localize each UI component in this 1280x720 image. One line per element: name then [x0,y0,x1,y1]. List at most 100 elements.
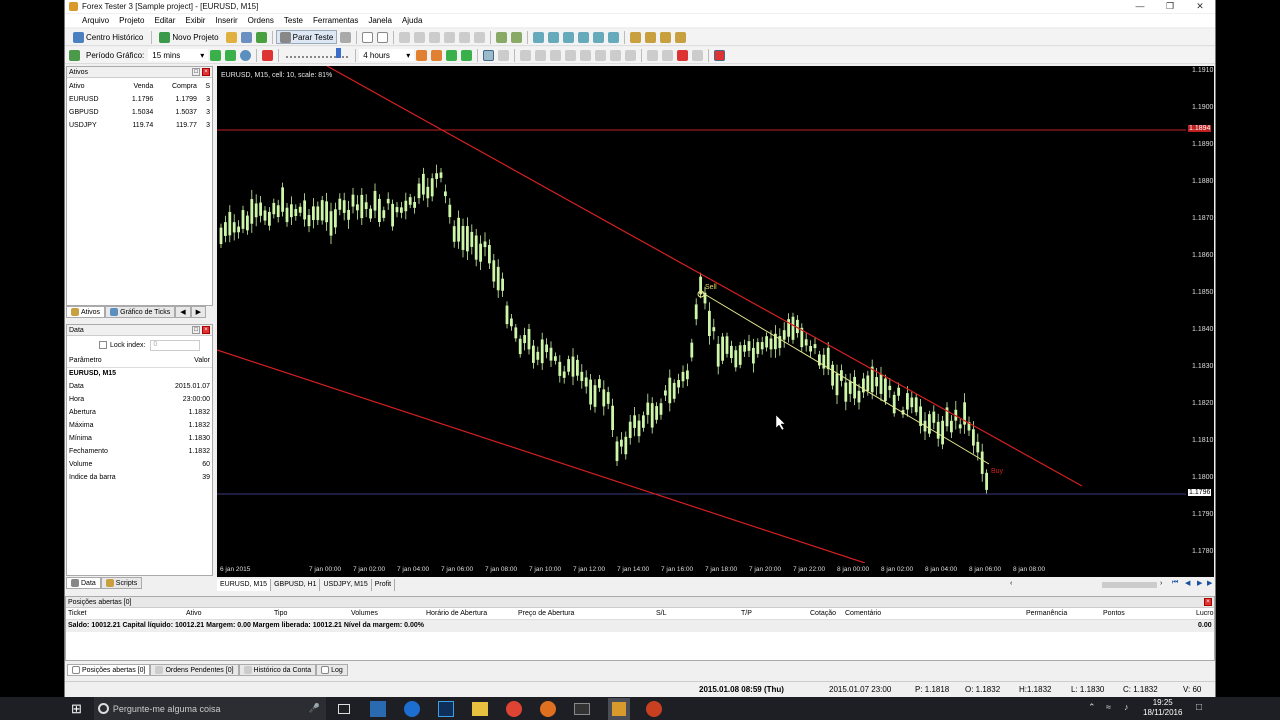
col-header[interactable]: Preço de Abertura [518,610,574,617]
autoscroll-icon[interactable] [578,31,590,43]
tab-account-history[interactable]: Histórico da Conta [238,664,317,676]
tab-tick-chart[interactable]: Gráfico de Ticks [105,306,176,318]
scroll-left-icon[interactable]: ‹ [1010,580,1012,587]
col-header[interactable]: Cotação [810,610,836,617]
pause-icon[interactable] [262,49,274,61]
col-header[interactable]: Lucro [1196,610,1214,617]
tool-icon-5[interactable] [459,31,471,43]
chart-area[interactable]: EURUSD, M15, cell: 10, scale: 81% Sell B… [216,65,1186,564]
chart-canvas[interactable]: EURUSD, M15, cell: 10, scale: 81% Sell B… [216,65,1186,564]
menu-arquivo[interactable]: Arquivo [77,16,114,25]
fibonacci-icon[interactable] [610,49,622,61]
col-header[interactable]: Permanência [1026,610,1067,617]
lock-index-checkbox[interactable] [99,341,107,349]
col-header[interactable]: Volumes [351,610,378,617]
menu-editar[interactable]: Editar [149,16,180,25]
volume-icon[interactable]: ♪ [1124,702,1129,712]
prev-icon[interactable]: ◀ [1185,579,1190,587]
tab-scripts[interactable]: Scripts [100,577,143,589]
symbol-row[interactable]: USDJPY 119.74 119.77 3 [67,119,212,132]
new-project-button[interactable]: Novo Projeto [155,30,222,44]
chart-scrollbar[interactable] [1102,582,1157,588]
taskbar-app-icon[interactable] [369,700,386,717]
network-icon[interactable]: ≈ [1106,702,1111,712]
tab-log[interactable]: Log [316,664,348,676]
yellow-trend-line[interactable] [700,291,990,465]
step-icon-3[interactable] [446,49,458,61]
tool-icon-6[interactable] [474,31,486,43]
speed-slider[interactable] [286,48,349,58]
menu-inserir[interactable]: Inserir [210,16,242,25]
step-select[interactable]: 4 hours ▾ [359,49,415,61]
text-icon[interactable] [595,49,607,61]
properties-icon[interactable] [675,31,687,43]
windows-start-icon[interactable]: ⊞ [71,701,82,717]
first-icon[interactable]: ⏮ [1172,579,1178,587]
wave-icon[interactable] [580,49,592,61]
symbol-row[interactable]: GBPUSD 1.5034 1.5037 3 [67,106,212,119]
chart-icon-1[interactable] [496,31,508,43]
tab-open-positions[interactable]: Posições abertas [0] [67,664,151,676]
search-box[interactable]: Pergunte-me alguma coisa 🎤 [93,697,326,720]
gann-icon[interactable] [625,49,637,61]
tab-data[interactable]: Data [66,577,101,589]
forex-tester-icon[interactable] [607,697,630,720]
step-icon-2[interactable] [431,49,443,61]
menu-ordens[interactable]: Ordens [243,16,279,25]
task-view-icon[interactable] [337,703,350,714]
col-header[interactable]: S/L [656,610,667,617]
col-header[interactable]: T/P [741,610,752,617]
menu-teste[interactable]: Teste [279,16,308,25]
tab-pending-orders[interactable]: Ordens Pendentes [0] [150,664,239,676]
step-icon-1[interactable] [416,49,428,61]
last-icon[interactable]: ▶ [1207,579,1212,587]
tab-scroll-left[interactable]: ◀ [175,306,191,318]
tab-ativos[interactable]: Ativos [66,306,106,318]
color-icon[interactable] [677,49,689,61]
panel-close-icon[interactable]: × [202,68,210,76]
minimize-button[interactable]: — [1125,0,1155,13]
grid-icon[interactable] [563,31,575,43]
zoom-out-icon[interactable] [548,31,560,43]
tab-eurusd-m15[interactable]: EURUSD, M15 [217,578,272,591]
clock[interactable]: 19:25 18/11/2016 [1143,698,1182,718]
stop-test-button[interactable]: Parar Teste [275,30,338,44]
chrome-icon[interactable] [505,700,522,717]
new-document-icon[interactable] [362,31,374,43]
panel-close-icon[interactable]: × [1204,598,1212,606]
tab-profit[interactable]: Profit [372,578,396,591]
cursor-icon[interactable] [483,49,495,61]
save-icon[interactable] [240,31,252,43]
period-select[interactable]: 15 mins ▾ [148,49,209,61]
settings-icon[interactable] [340,31,352,43]
menu-exibir[interactable]: Exibir [180,16,210,25]
zoom-in-icon[interactable] [533,31,545,43]
screenshot-icon[interactable] [660,31,672,43]
xm-icon[interactable] [573,702,590,715]
menu-ajuda[interactable]: Ajuda [397,16,427,25]
page-icon[interactable] [377,31,389,43]
clock-icon[interactable] [240,49,252,61]
history-center-button[interactable]: Centro Histórico [69,30,147,44]
shapes-icon[interactable] [692,49,704,61]
menu-ferramentas[interactable]: Ferramentas [308,16,363,25]
menu-projeto[interactable]: Projeto [114,16,149,25]
horizontal-line-icon[interactable] [535,49,547,61]
tool-icon-2[interactable] [414,31,426,43]
panel-float-icon[interactable]: □ [192,68,200,76]
ray-icon[interactable] [565,49,577,61]
symbol-row[interactable]: EURUSD 1.1796 1.1799 3 [67,93,212,106]
add-chart-icon[interactable] [69,49,80,61]
tool-icon-1[interactable] [399,31,411,43]
period-icon[interactable] [608,31,620,43]
channel-icon[interactable] [662,49,674,61]
edge-icon[interactable] [403,700,420,717]
scroll-right-icon[interactable]: › [1160,580,1162,587]
trend-line-icon[interactable] [550,49,562,61]
arrow-up-icon[interactable] [210,49,222,61]
panel-float-icon[interactable]: □ [192,326,200,334]
col-header[interactable]: Ticket [68,610,86,617]
refresh-icon[interactable] [255,31,267,43]
slider-thumb[interactable] [336,48,342,58]
col-header[interactable]: Tipo [274,610,287,617]
